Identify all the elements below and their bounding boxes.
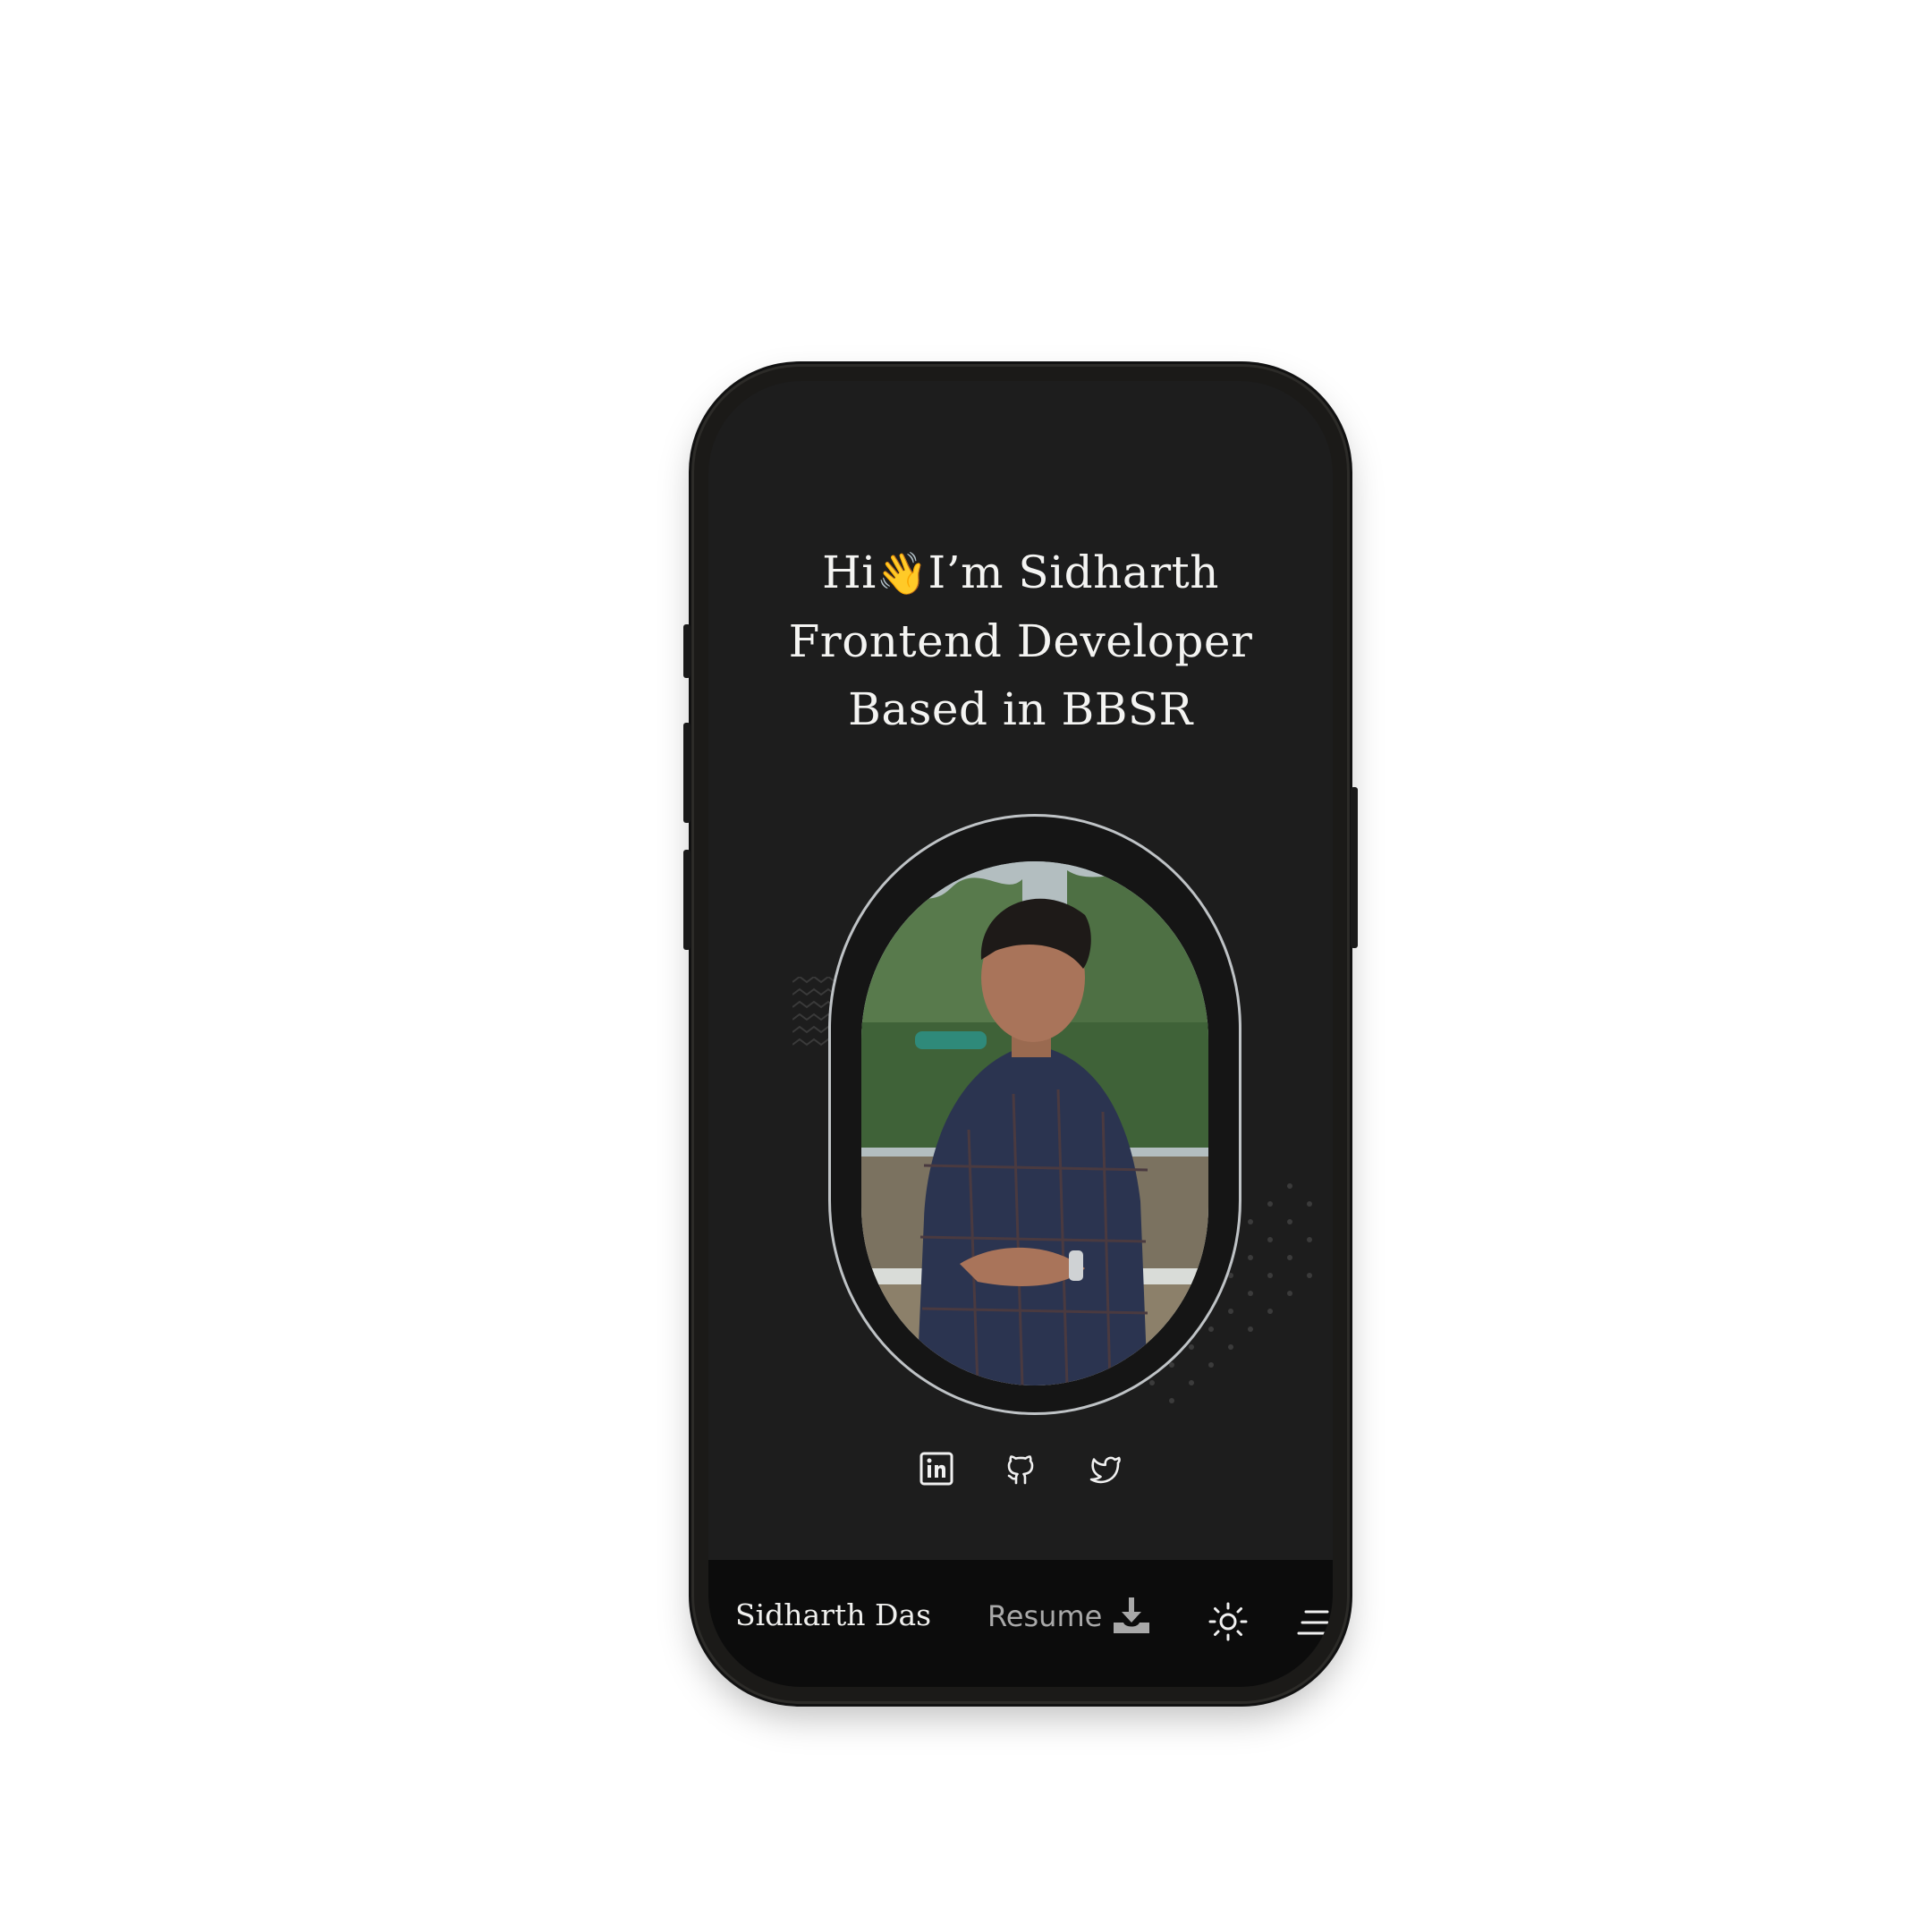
hero-heading: Hi👋I’m Sidharth Frontend Developer Based… <box>708 538 1333 743</box>
twitter-link[interactable] <box>1087 1451 1123 1487</box>
bottom-navbar: Sidharth Das Resume <box>708 1560 1333 1687</box>
hero-role-line: Frontend Developer <box>788 615 1253 667</box>
resume-download-button[interactable]: Resume <box>987 1596 1152 1637</box>
download-icon <box>1114 1597 1150 1633</box>
resume-label: Resume <box>987 1599 1103 1633</box>
menu-icon[interactable] <box>1295 1605 1331 1640</box>
profile-photo-illustration <box>861 861 1208 1385</box>
phone-volume-down-button <box>683 850 691 950</box>
phone-action-button <box>683 624 691 678</box>
phone-screen: Hi👋I’m Sidharth Frontend Developer Based… <box>708 381 1333 1687</box>
mockup-stage: Hi👋I’m Sidharth Frontend Developer Based… <box>0 0 1932 1932</box>
phone-power-button <box>1351 787 1358 948</box>
linkedin-link[interactable] <box>919 1451 954 1487</box>
phone-frame: Hi👋I’m Sidharth Frontend Developer Based… <box>683 367 1358 1701</box>
profile-photo-frame <box>828 814 1241 1415</box>
sun-icon[interactable] <box>1208 1601 1249 1642</box>
phone-volume-up-button <box>683 723 691 823</box>
profile-photo <box>861 861 1208 1385</box>
hero-greeting-line: Hi👋I’m Sidharth <box>708 538 1333 607</box>
brand-name[interactable]: Sidharth Das <box>735 1597 931 1632</box>
hero-location-line: Based in BBSR <box>848 683 1193 735</box>
linkedin-icon <box>919 1452 953 1486</box>
hero-greeting-name: I’m Sidharth <box>928 547 1219 598</box>
twitter-icon <box>1089 1456 1121 1484</box>
hero-greeting-hi: Hi <box>822 547 877 598</box>
github-link[interactable] <box>1003 1451 1038 1487</box>
social-links <box>708 1451 1333 1487</box>
waving-hand-icon: 👋 <box>876 549 928 597</box>
github-icon <box>1007 1455 1034 1485</box>
